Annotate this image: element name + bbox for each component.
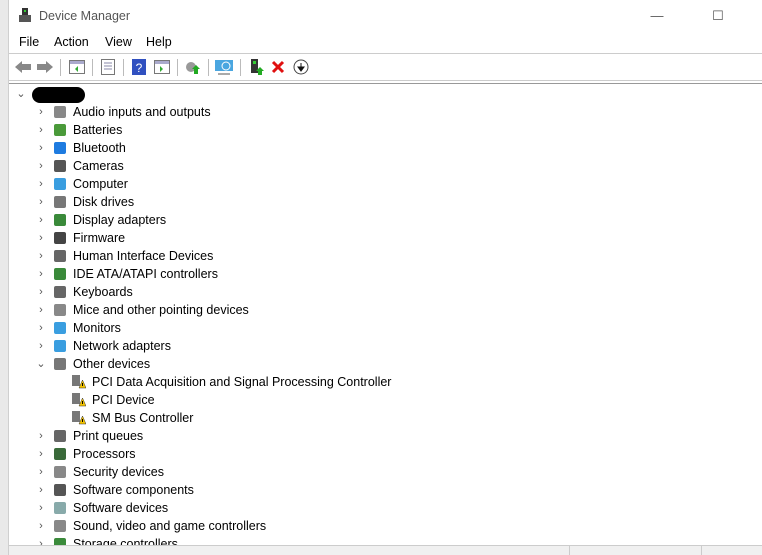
chevron-right-icon[interactable]: ›	[36, 301, 46, 319]
warning-device-icon	[72, 393, 87, 412]
device-tree[interactable]: ⌄ › Audio inputs and outputs › Batteries ›…	[9, 83, 762, 546]
category-label: Firmware	[73, 231, 126, 245]
category-label: Processors	[73, 447, 136, 461]
disable-device-icon[interactable]	[291, 57, 311, 77]
category-label: Print queues	[73, 429, 144, 443]
back-arrow-icon[interactable]	[13, 57, 33, 77]
disk-icon	[54, 196, 66, 208]
chevron-right-icon[interactable]: ›	[36, 175, 46, 193]
device-label: PCI Data Acquisition and Signal Processi…	[92, 375, 392, 389]
device-label: SM Bus Controller	[92, 411, 194, 425]
monitor-icon	[54, 322, 66, 334]
chevron-right-icon[interactable]: ›	[36, 283, 46, 301]
bluetooth-icon	[54, 142, 66, 154]
chevron-right-icon[interactable]: ›	[36, 463, 46, 481]
warning-device-icon	[72, 375, 87, 394]
network-icon	[54, 340, 66, 352]
menu-help[interactable]: Help	[146, 35, 172, 49]
redacted-computer-name	[32, 87, 85, 103]
console-tree-icon[interactable]	[67, 57, 87, 77]
category-label: Software components	[73, 483, 194, 497]
scan-hardware-icon[interactable]	[214, 57, 234, 77]
category-label: Network adapters	[73, 339, 171, 353]
update-driver-icon[interactable]	[183, 57, 203, 77]
device-manager-app-icon	[19, 8, 31, 22]
chevron-down-icon[interactable]: ⌄	[16, 85, 26, 103]
category-label: Human Interface Devices	[73, 249, 214, 263]
security-icon	[54, 466, 66, 478]
device-label: PCI Device	[92, 393, 155, 407]
keyboard-icon	[54, 286, 66, 298]
unknown-device-icon	[54, 358, 66, 370]
help-icon[interactable]: ?	[129, 57, 149, 77]
chevron-right-icon[interactable]: ›	[36, 193, 46, 211]
toolbar: ?	[9, 54, 762, 81]
device-manager-window: Device Manager — ☐ File Action View Help…	[8, 0, 762, 555]
action-pane-icon[interactable]	[152, 57, 172, 77]
firmware-icon	[54, 232, 66, 244]
chevron-right-icon[interactable]: ›	[36, 337, 46, 355]
forward-arrow-icon[interactable]	[35, 57, 55, 77]
window-title: Device Manager	[39, 9, 131, 23]
camera-icon	[54, 160, 66, 172]
computer-icon	[54, 178, 66, 190]
category-label: Mice and other pointing devices	[73, 303, 249, 317]
chevron-right-icon[interactable]: ›	[36, 121, 46, 139]
sound-icon	[54, 520, 66, 532]
processor-icon	[54, 448, 66, 460]
menu-file[interactable]: File	[19, 35, 39, 49]
category-label: Bluetooth	[73, 141, 126, 155]
software-component-icon	[54, 484, 66, 496]
category-label: IDE ATA/ATAPI controllers	[73, 267, 218, 281]
chevron-right-icon[interactable]: ›	[36, 139, 46, 157]
chevron-right-icon[interactable]: ›	[36, 481, 46, 499]
ide-icon	[54, 268, 66, 280]
category-label: Display adapters	[73, 213, 167, 227]
category-label: Sound, video and game controllers	[73, 519, 267, 533]
speaker-icon	[54, 106, 66, 118]
battery-icon	[54, 124, 66, 136]
minimize-button[interactable]: —	[637, 4, 677, 28]
category-label: Software devices	[73, 501, 169, 515]
category-label: Disk drives	[73, 195, 135, 209]
menu-action[interactable]: Action	[54, 35, 89, 49]
chevron-right-icon[interactable]: ›	[36, 103, 46, 121]
display-adapter-icon	[54, 214, 66, 226]
status-bar	[9, 545, 762, 555]
title-bar: Device Manager — ☐	[9, 0, 762, 32]
properties-icon[interactable]	[98, 57, 118, 77]
category-label: Cameras	[73, 159, 124, 173]
category-label: Security devices	[73, 465, 165, 479]
chevron-down-icon[interactable]: ⌄	[36, 355, 46, 373]
category-label: Monitors	[73, 321, 121, 335]
category-label: Batteries	[73, 123, 123, 137]
enable-device-icon[interactable]	[247, 57, 267, 77]
mouse-icon	[54, 304, 66, 316]
category-label: Keyboards	[73, 285, 133, 299]
category-label: Other devices	[73, 357, 151, 371]
chevron-right-icon[interactable]: ›	[36, 517, 46, 535]
chevron-right-icon[interactable]: ›	[36, 427, 46, 445]
printer-icon	[54, 430, 66, 442]
chevron-right-icon[interactable]: ›	[36, 499, 46, 517]
category-label: Computer	[73, 177, 128, 191]
software-device-icon	[54, 502, 66, 514]
category-label: Audio inputs and outputs	[73, 105, 211, 119]
chevron-right-icon[interactable]: ›	[36, 265, 46, 283]
chevron-right-icon[interactable]: ›	[36, 445, 46, 463]
menu-view[interactable]: View	[105, 35, 132, 49]
menu-bar: File Action View Help	[9, 32, 762, 54]
chevron-right-icon[interactable]: ›	[36, 319, 46, 337]
chevron-right-icon[interactable]: ›	[36, 229, 46, 247]
maximize-button[interactable]: ☐	[698, 4, 738, 28]
chevron-right-icon[interactable]: ›	[36, 211, 46, 229]
svg-text:?: ?	[136, 61, 143, 75]
uninstall-device-icon[interactable]	[268, 57, 288, 77]
hid-icon	[54, 250, 66, 262]
chevron-right-icon[interactable]: ›	[36, 247, 46, 265]
chevron-right-icon[interactable]: ›	[36, 157, 46, 175]
